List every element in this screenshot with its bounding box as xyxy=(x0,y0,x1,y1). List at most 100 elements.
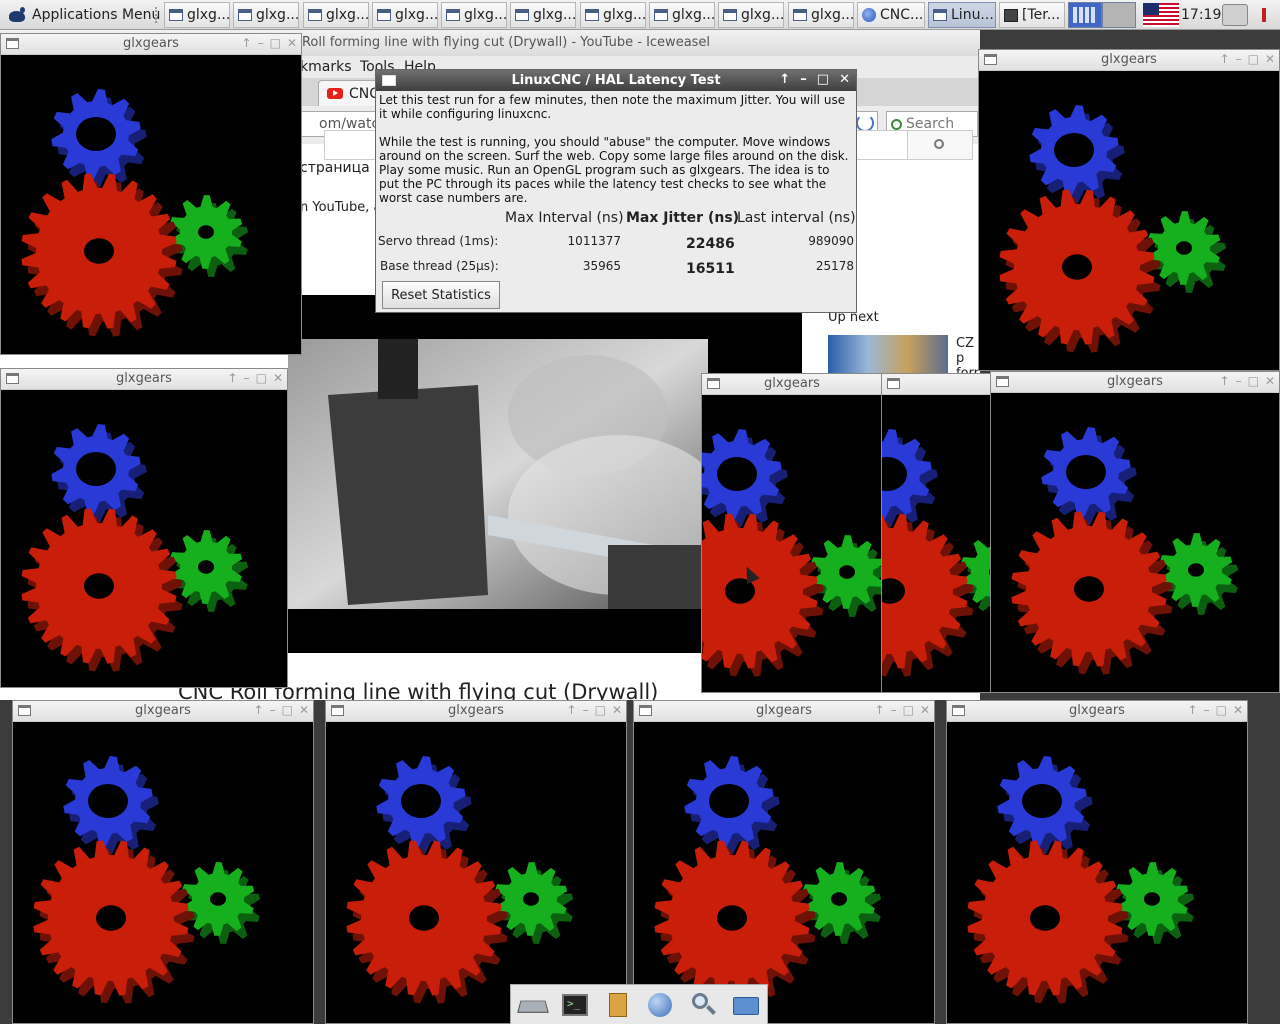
minimize-icon: – xyxy=(243,371,250,385)
bottom-dock xyxy=(510,984,768,1024)
glxgears-window[interactable]: glxgears ↑ – □ ✕ xyxy=(978,49,1280,371)
taskbar-item[interactable]: glxg... xyxy=(233,2,299,28)
youtube-search-button[interactable] xyxy=(907,130,973,160)
workspace-switcher[interactable] xyxy=(1068,2,1138,28)
red-gear-icon xyxy=(702,513,824,677)
applications-menu-label: Applications Menu xyxy=(32,7,161,23)
glxgears-titlebar[interactable]: glxgears ↑ – □ ✕ xyxy=(991,372,1279,393)
blue-gear-icon-hole xyxy=(1054,133,1094,167)
clock[interactable]: 17:19 xyxy=(1181,0,1221,30)
green-gear-icon xyxy=(1159,533,1239,615)
window-controls[interactable]: ↑ – □ ✕ xyxy=(242,36,297,50)
window-icon xyxy=(933,9,947,21)
instructions-paragraph: Let this test run for a few minutes, the… xyxy=(379,93,846,121)
network-icon[interactable] xyxy=(1222,4,1248,26)
reset-statistics-button[interactable]: Reset Statistics xyxy=(382,281,500,309)
gears-render xyxy=(21,424,249,672)
panel-separator xyxy=(155,7,160,23)
terminal-icon xyxy=(1004,8,1018,22)
blue-gear-icon-hole xyxy=(709,784,749,818)
green-gear-icon xyxy=(169,195,249,277)
taskbar-item-terminal[interactable]: [Ter... xyxy=(999,2,1065,28)
glxgears-titlebar[interactable]: glxgears ↑ – □ ✕ xyxy=(634,701,934,722)
glxgears-titlebar[interactable]: glxgears ↑ – □ ✕ xyxy=(979,50,1279,71)
file-manager-icon[interactable] xyxy=(603,990,633,1020)
glxgears-titlebar[interactable]: glxgears ↑ – □ ✕ xyxy=(1,34,301,55)
glxgears-window[interactable]: glxgears ↑ – □ ✕ xyxy=(990,371,1280,693)
latency-test-window[interactable]: LinuxCNC / HAL Latency Test ↑ – □ ✕ Let thi… xyxy=(375,69,857,313)
window-controls[interactable]: ↑ – □ ✕ xyxy=(779,72,850,87)
glxgears-window[interactable]: glxgears ↑ – □ ✕ xyxy=(325,700,627,1024)
gears-render xyxy=(999,105,1227,353)
search-icon xyxy=(891,118,902,130)
taskbar-item[interactable]: glxg... xyxy=(580,2,646,28)
row-max-jitter: 16511 xyxy=(686,261,735,277)
taskbar-item[interactable]: glxg... xyxy=(510,2,576,28)
window-controls[interactable]: ↑ – □ ✕ xyxy=(567,703,622,717)
window-icon xyxy=(515,9,529,21)
terminal-icon[interactable] xyxy=(560,990,590,1020)
glxgears-window[interactable]: glxgears xyxy=(701,373,883,693)
window-controls[interactable]: ↑ – □ ✕ xyxy=(228,371,283,385)
glxgears-titlebar[interactable]: glxgears ↑ – □ ✕ xyxy=(326,701,626,722)
window-controls[interactable]: ↑ – □ ✕ xyxy=(875,703,930,717)
glxgears-window[interactable]: glxgears ↑ – □ ✕ xyxy=(633,700,935,1024)
maximize-icon: □ xyxy=(902,703,914,717)
workspace-1[interactable] xyxy=(1068,2,1102,28)
gears-render xyxy=(21,89,249,337)
taskbar-item-browser[interactable]: CNC... xyxy=(857,2,925,28)
web-browser-icon[interactable] xyxy=(645,990,675,1020)
latency-titlebar[interactable]: LinuxCNC / HAL Latency Test ↑ – □ ✕ xyxy=(376,70,856,91)
menu-bookmarks[interactable]: kmarks xyxy=(300,59,351,75)
taskbar-item[interactable]: glxg... xyxy=(164,2,230,28)
green-gear-icon xyxy=(494,862,574,944)
taskbar-item[interactable]: glxg... xyxy=(718,2,784,28)
window-icon xyxy=(654,9,668,21)
glxgears-titlebar[interactable]: glxgears ↑ – □ ✕ xyxy=(1,369,287,390)
window-icon xyxy=(377,9,391,21)
folder-icon[interactable] xyxy=(731,990,761,1020)
window-icon xyxy=(446,9,460,21)
taskbar-item[interactable]: glxg... xyxy=(303,2,369,28)
window-controls[interactable]: ↑ – □ ✕ xyxy=(1188,703,1243,717)
glxgears-titlebar[interactable]: glxgears xyxy=(702,374,882,395)
window-icon xyxy=(238,9,252,21)
glxgears-titlebar[interactable]: glxgears ↑ – □ ✕ xyxy=(947,701,1247,722)
glxgears-window[interactable]: glxgears ↑ – □ ✕ xyxy=(946,700,1248,1024)
taskbar-item-label: CNC... xyxy=(880,7,924,23)
show-desktop-icon[interactable] xyxy=(517,990,547,1020)
green-gear-icon xyxy=(181,862,261,944)
red-gear-icon xyxy=(999,189,1161,353)
glxgears-titlebar[interactable]: glxgears ↑ – □ ✕ xyxy=(13,701,313,722)
taskbar-item-label: glxg... xyxy=(811,7,854,23)
glxgears-window[interactable] xyxy=(881,373,993,693)
taskbar-item[interactable]: glxg... xyxy=(372,2,438,28)
glxgears-window[interactable]: glxgears ↑ – □ ✕ xyxy=(12,700,314,1024)
glxgears-titlebar[interactable] xyxy=(882,374,992,395)
taskbar-item[interactable]: glxg... xyxy=(788,2,854,28)
taskbar-item[interactable]: glxg... xyxy=(649,2,715,28)
glxgears-window[interactable]: glxgears ↑ – □ ✕ xyxy=(0,33,302,355)
taskbar-item[interactable]: glxg... xyxy=(441,2,507,28)
applications-menu-button[interactable]: Applications Menu xyxy=(2,2,164,28)
up-next-thumbnail[interactable] xyxy=(828,335,948,373)
minimize-icon: – xyxy=(1235,52,1242,66)
blue-gear-icon-hole xyxy=(401,784,441,818)
gears-render xyxy=(882,429,992,677)
minimize-icon: – xyxy=(257,36,264,50)
minimize-icon: – xyxy=(269,703,276,717)
window-icon xyxy=(585,9,599,21)
green-gear-icon xyxy=(810,535,882,617)
power-icon[interactable] xyxy=(1250,4,1276,26)
workspace-2[interactable] xyxy=(1102,2,1136,28)
window-controls[interactable]: ↑ – □ ✕ xyxy=(254,703,309,717)
glxgears-window[interactable]: glxgears ↑ – □ ✕ xyxy=(0,368,288,688)
search-icon[interactable] xyxy=(688,990,718,1020)
red-gear-icon xyxy=(882,513,974,677)
us-flag-keyboard-layout-icon[interactable] xyxy=(1143,3,1179,27)
pin-icon: ↑ xyxy=(779,72,791,87)
window-controls[interactable]: ↑ – □ ✕ xyxy=(1220,52,1275,66)
window-controls[interactable]: ↑ – □ ✕ xyxy=(1220,374,1275,388)
taskbar-item-latency[interactable]: Linu... xyxy=(928,2,996,28)
window-icon xyxy=(308,9,322,21)
